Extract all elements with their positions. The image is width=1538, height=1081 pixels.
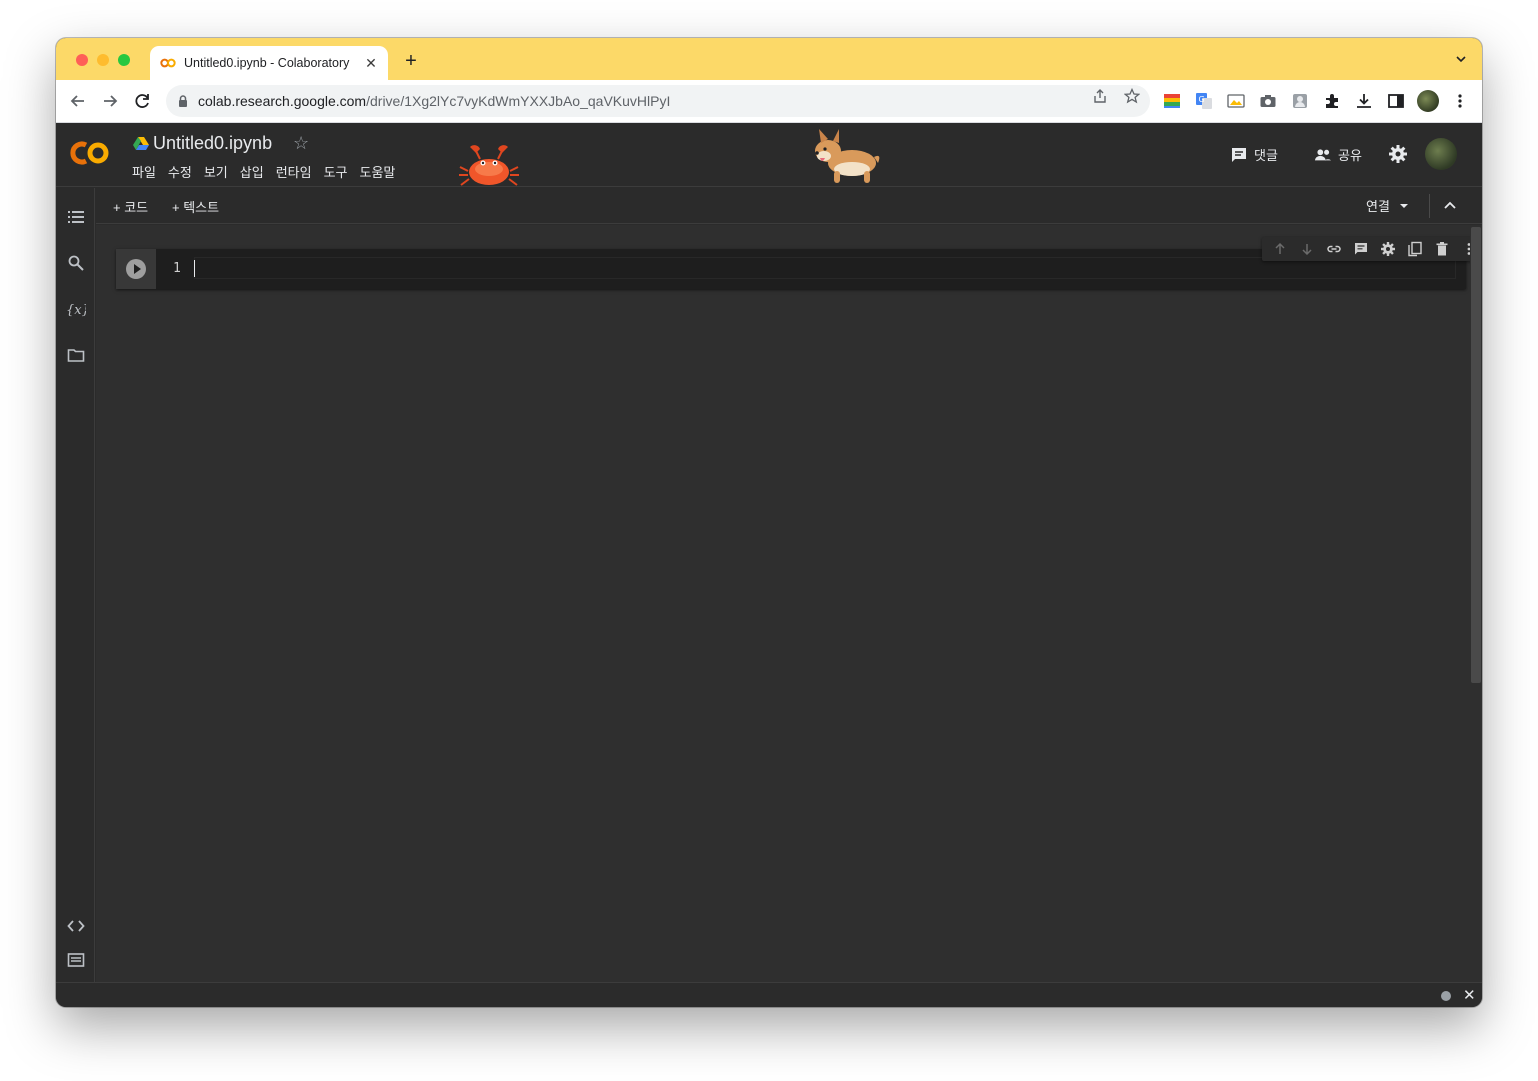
bookmark-star-icon[interactable] [1124, 88, 1140, 104]
star-notebook-icon[interactable]: ☆ [293, 133, 309, 154]
notebook-area[interactable]: 1 [96, 225, 1482, 982]
puzzle-extensions-icon[interactable] [1323, 92, 1341, 110]
tab-title: Untitled0.ipynb - Colaboratory [184, 56, 350, 70]
variables-icon[interactable]: {x} [66, 300, 86, 318]
code-cell[interactable]: 1 [116, 237, 1482, 289]
chevron-up-icon[interactable] [1442, 198, 1458, 214]
status-bar: ✕ [56, 982, 1482, 1007]
new-tab-button[interactable]: + [400, 50, 422, 73]
svg-text:G: G [1199, 95, 1205, 104]
google-translate-icon[interactable]: G [1195, 92, 1213, 110]
notebook-toolbar: + 코드 + 텍스트 연결 [96, 188, 1482, 224]
maximize-window-button[interactable] [118, 54, 130, 66]
back-arrow-icon[interactable] [68, 91, 88, 111]
menu-insert[interactable]: 삽입 [234, 162, 270, 181]
menu-edit[interactable]: 수정 [162, 162, 198, 181]
menu-help[interactable]: 도움말 [354, 162, 402, 181]
add-comment-icon[interactable] [1353, 241, 1369, 257]
status-close-icon[interactable]: ✕ [1463, 986, 1476, 1004]
browser-tab-active[interactable]: Untitled0.ipynb - Colaboratory ✕ [150, 46, 388, 80]
browser-toolbar: colab.research.google.com/drive/1Xg2lYc7… [56, 80, 1482, 123]
extension-colorful-icon[interactable] [1163, 92, 1181, 110]
minimize-window-button[interactable] [97, 54, 109, 66]
address-bar[interactable]: colab.research.google.com/drive/1Xg2lYc7… [166, 85, 1150, 117]
add-text-cell-button[interactable]: + 텍스트 [172, 197, 219, 216]
colab-header: Untitled0.ipynb ☆ 파일 수정 보기 삽입 런타임 도구 도움말 [56, 123, 1482, 187]
people-icon [1314, 148, 1332, 160]
google-drive-icon[interactable] [133, 136, 149, 150]
colab-logo[interactable] [70, 139, 112, 167]
tab-close-icon[interactable]: ✕ [364, 55, 378, 72]
link-icon[interactable] [1326, 241, 1342, 257]
settings-gear-icon[interactable] [1388, 144, 1408, 164]
colab-menubar: 파일 수정 보기 삽입 런타임 도구 도움말 [126, 162, 401, 181]
text-cursor [194, 260, 195, 277]
browser-menu-icon[interactable] [1451, 92, 1469, 110]
share-button[interactable]: 공유 [1314, 145, 1362, 164]
comment-button[interactable]: 댓글 [1230, 145, 1278, 164]
connect-runtime-button[interactable]: 연결 [1366, 196, 1410, 215]
move-up-icon[interactable] [1272, 241, 1288, 257]
menu-tools[interactable]: 도구 [318, 162, 354, 181]
table-of-contents-icon[interactable] [67, 208, 85, 226]
notebook-title[interactable]: Untitled0.ipynb [153, 133, 272, 154]
add-code-cell-button[interactable]: + 코드 [113, 197, 148, 216]
colab-favicon-icon [160, 58, 176, 68]
cell-gutter [116, 249, 156, 289]
line-number: 1 [173, 261, 181, 276]
caret-down-icon[interactable] [1398, 200, 1410, 212]
cell-toolbar [1262, 237, 1482, 261]
close-window-button[interactable] [76, 54, 88, 66]
move-down-icon[interactable] [1299, 241, 1315, 257]
image-extension-icon[interactable] [1227, 92, 1245, 110]
delete-trash-icon[interactable] [1434, 241, 1450, 257]
svg-text:{x}: {x} [66, 303, 86, 318]
profile-extension-icon[interactable] [1291, 92, 1309, 110]
search-icon[interactable] [67, 254, 85, 272]
menu-file[interactable]: 파일 [126, 162, 162, 181]
url-host: colab.research.google.com [198, 93, 367, 109]
account-avatar[interactable] [1425, 138, 1457, 170]
mirror-cell-icon[interactable] [1407, 241, 1423, 257]
corgi-mascot-icon [815, 129, 880, 183]
menu-view[interactable]: 보기 [198, 162, 234, 181]
toolbar-divider [1429, 194, 1430, 218]
crab-mascot-icon [459, 145, 519, 186]
menu-runtime[interactable]: 런타임 [270, 162, 318, 181]
terminal-icon[interactable] [67, 951, 85, 969]
url-path: /drive/1Xg2lYc7vyKdWmYXXJbAo_qaVKuvHlPyI [366, 93, 671, 109]
connect-label: 연결 [1366, 199, 1390, 214]
scrollbar-thumb[interactable] [1471, 227, 1481, 683]
comment-icon [1232, 147, 1246, 162]
camera-icon[interactable] [1259, 92, 1277, 110]
folder-icon[interactable] [67, 346, 85, 364]
lock-icon [179, 95, 187, 107]
comment-label: 댓글 [1254, 148, 1278, 163]
forward-arrow-icon[interactable] [100, 91, 120, 111]
runtime-status-dot[interactable] [1441, 991, 1451, 1001]
code-snippets-icon[interactable] [67, 917, 85, 935]
run-cell-button[interactable] [126, 259, 146, 279]
side-panel-icon[interactable] [1387, 92, 1405, 110]
reload-icon[interactable] [132, 91, 152, 111]
browser-profile-avatar[interactable] [1417, 90, 1439, 112]
share-label: 공유 [1338, 148, 1362, 163]
left-side-rail: {x} [56, 188, 95, 982]
browser-window: Untitled0.ipynb - Colaboratory ✕ + colab… [56, 38, 1482, 1007]
share-page-icon[interactable] [1092, 88, 1108, 104]
cell-settings-gear-icon[interactable] [1380, 241, 1396, 257]
download-icon[interactable] [1355, 92, 1373, 110]
tab-search-chevron-icon[interactable] [1454, 52, 1468, 66]
tab-strip: Untitled0.ipynb - Colaboratory ✕ + [56, 38, 1482, 80]
